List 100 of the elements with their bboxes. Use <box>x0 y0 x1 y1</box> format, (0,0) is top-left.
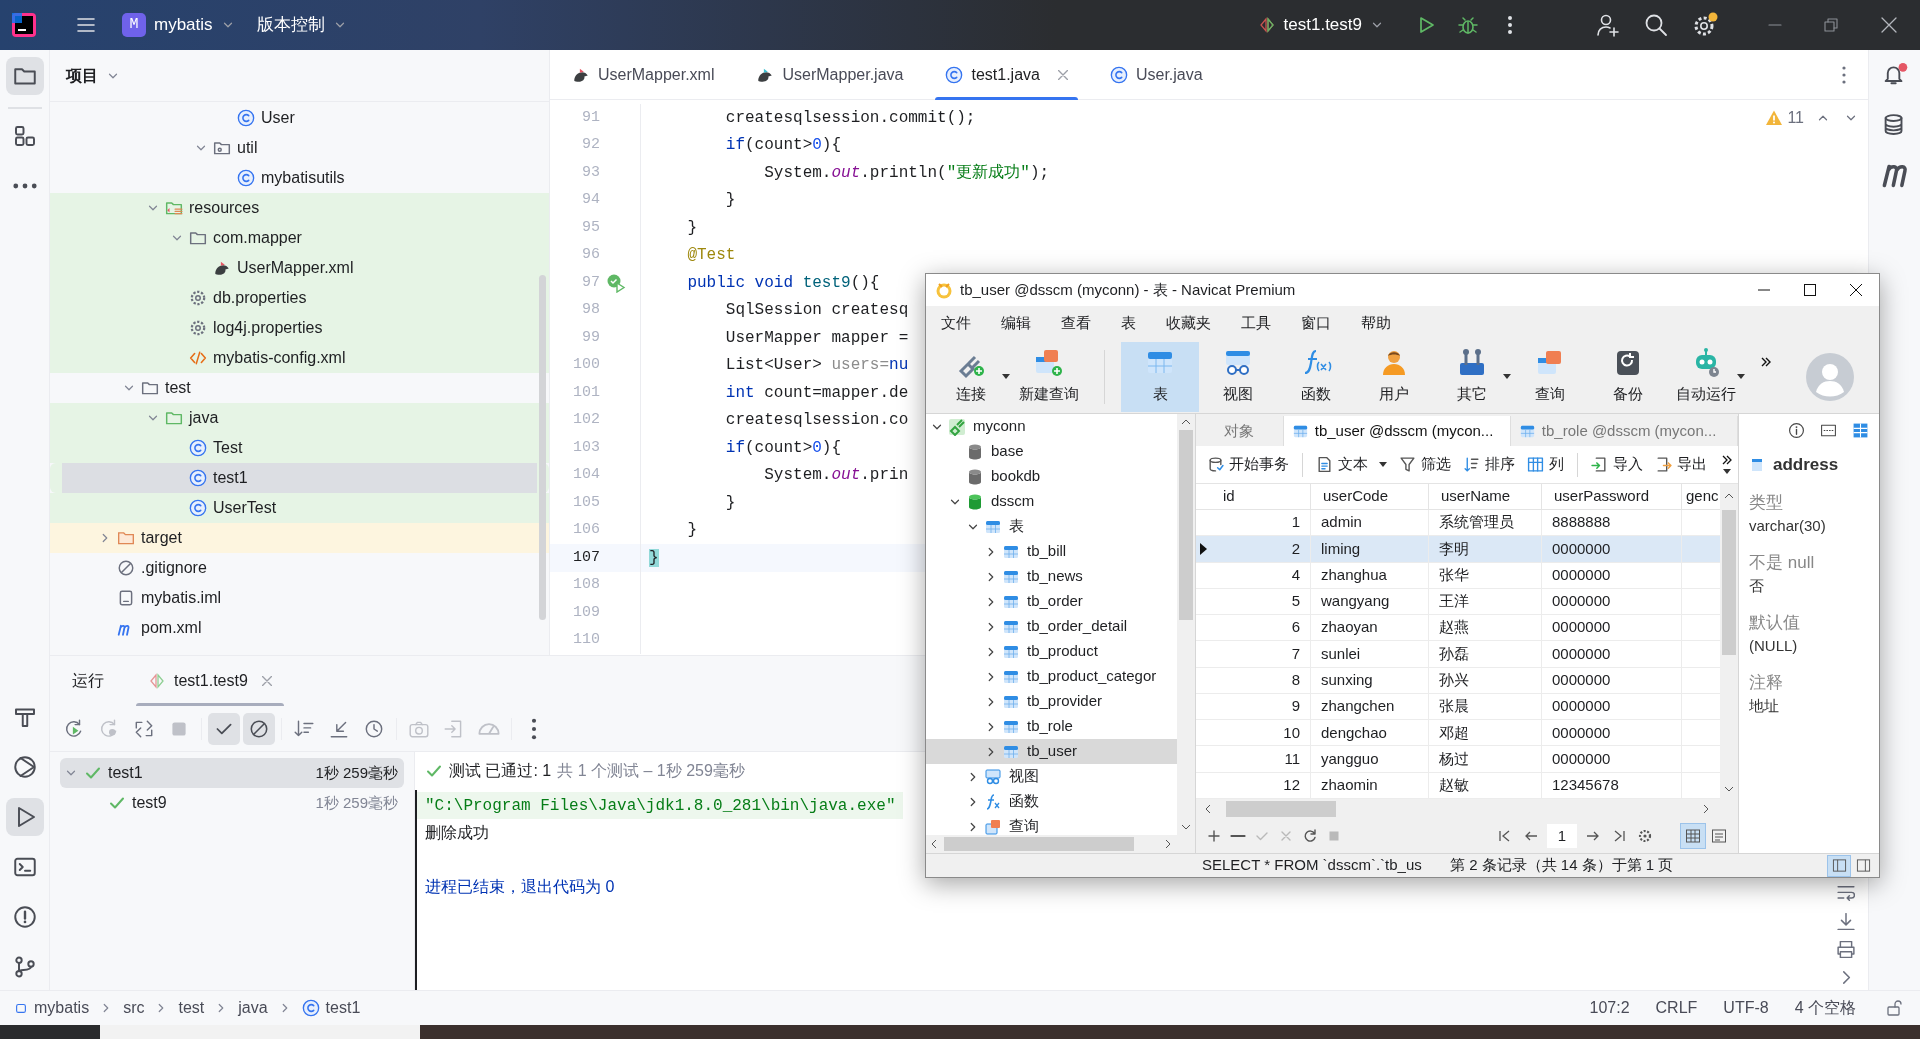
code-line: int count=mapper.de <box>724 382 909 404</box>
table-row[interactable]: 4 zhanghua 张华 0000000 <box>1196 562 1720 589</box>
table-cell-text: 0000000 <box>1551 643 1612 664</box>
tree-item[interactable]: com.mapper <box>50 223 549 253</box>
tree-item[interactable]: tb_product <box>926 639 1177 664</box>
tree-item[interactable]: Test <box>50 433 549 463</box>
status-item[interactable]: CRLF <box>1647 996 1706 1020</box>
run-config-selector[interactable]: test1.test9 <box>1251 7 1390 43</box>
table-cell-text: 0000000 <box>1551 591 1612 612</box>
project-view-selector[interactable]: 项目 <box>66 63 120 88</box>
toolbar-button[interactable]: 函数 <box>1277 341 1355 412</box>
breadcrumb[interactable]: test <box>178 996 205 1020</box>
toolbar-button[interactable]: 排序 <box>1458 449 1520 480</box>
menu-item[interactable]: 编辑 <box>994 311 1038 335</box>
tree-item[interactable]: dsscm <box>926 489 1177 514</box>
toolbar-button[interactable]: 新建查询 <box>1010 341 1088 412</box>
vcs-menu[interactable]: 版本控制 <box>252 7 351 43</box>
toolbar-button[interactable]: 列 <box>1522 449 1569 480</box>
test-item[interactable]: test9 1秒 259毫秒 <box>60 788 404 818</box>
editor-tab[interactable]: UserMapper.xml <box>558 49 729 100</box>
table-row[interactable]: 11 yangguo 杨过 0000000 <box>1196 746 1720 773</box>
code-line: createsqlsession.co <box>724 410 909 432</box>
table-row[interactable]: 2 liming 李明 0000000 <box>1196 536 1720 563</box>
table-cell-text: 11 <box>1283 748 1301 769</box>
tree-item[interactable]: bookdb <box>926 464 1177 489</box>
editor-tab[interactable]: User.java <box>1095 49 1217 100</box>
breadcrumb[interactable]: src <box>123 996 145 1020</box>
tree-item[interactable]: mybatis-config.xml <box>50 343 549 373</box>
table-row[interactable]: 12 zhaomin 赵敏 12345678 <box>1196 772 1720 799</box>
toolbar-button[interactable]: 其它 <box>1433 341 1511 412</box>
project-switcher[interactable]: M mybatis <box>118 7 239 43</box>
tree-item[interactable]: tb_order <box>926 589 1177 614</box>
tree-item[interactable]: UserTest <box>50 493 549 523</box>
column-header[interactable]: userCode <box>1311 484 1429 509</box>
tree-item[interactable]: tb_user <box>926 739 1177 764</box>
panel-tab[interactable]: test1.test9 <box>134 656 286 706</box>
table-cell-text: 李明 <box>1438 538 1470 559</box>
tree-item[interactable]: log4j.properties <box>50 313 549 343</box>
toolbar-button[interactable]: 自动运行 <box>1667 341 1745 412</box>
status-item[interactable]: UTF-8 <box>1715 996 1777 1020</box>
tree-item[interactable]: tb_news <box>926 564 1177 589</box>
toolbar-button[interactable]: 备份 <box>1589 341 1667 412</box>
toolbar-button[interactable]: 连接 <box>932 341 1010 412</box>
toolbar-button[interactable]: 查询 <box>1511 341 1589 412</box>
menu-item[interactable]: 收藏夹 <box>1159 311 1218 335</box>
tree-item[interactable]: tb_bill <box>926 539 1177 564</box>
tree-item[interactable]: 表 <box>926 514 1177 539</box>
menu-item[interactable]: 文件 <box>934 311 978 335</box>
table-row[interactable]: 6 zhaoyan 赵燕 0000000 <box>1196 615 1720 642</box>
table-cell-text: yangguo <box>1320 748 1380 769</box>
table-cell-text: 4 <box>1290 564 1301 585</box>
menu-item[interactable]: 工具 <box>1234 311 1278 335</box>
tree-item[interactable]: UserMapper.xml <box>50 253 549 283</box>
toolbar-button[interactable]: 表 <box>1121 341 1199 412</box>
menu-item[interactable]: 窗口 <box>1294 311 1338 335</box>
status-item[interactable]: 4 个空格 <box>1786 996 1864 1020</box>
toolbar-button[interactable]: 筛选 <box>1394 449 1456 480</box>
code-line: @Test <box>686 245 736 267</box>
tree-item[interactable]: java <box>50 403 549 433</box>
tree-item[interactable]: 函数 <box>926 789 1177 814</box>
table-row[interactable]: 7 sunlei 孙磊 0000000 <box>1196 641 1720 668</box>
tree-item[interactable]: tb_provider <box>926 689 1177 714</box>
tree-item[interactable]: 查询 <box>926 814 1177 839</box>
toolbar-button[interactable]: 文本 <box>1311 449 1392 480</box>
table-row[interactable]: 9 zhangchen 张晨 0000000 <box>1196 693 1720 721</box>
breadcrumb[interactable]: mybatis <box>14 996 90 1020</box>
menu-item[interactable]: 查看 <box>1054 311 1098 335</box>
toolbar-button[interactable]: 导入 <box>1586 449 1648 480</box>
object-tab[interactable]: tb_user @dsscm (mycon... <box>1283 416 1511 446</box>
tree-item[interactable]: db.properties <box>50 283 549 313</box>
breadcrumb[interactable]: test1 <box>301 996 361 1020</box>
table-row[interactable]: 8 sunxing 孙兴 0000000 <box>1196 667 1720 694</box>
column-header[interactable]: userPassword <box>1542 484 1682 509</box>
editor-tab[interactable]: test1.java <box>931 49 1082 100</box>
tree-item[interactable]: myconn <box>926 414 1177 439</box>
breadcrumb[interactable]: java <box>238 996 268 1020</box>
tree-item[interactable]: resources <box>50 193 549 223</box>
panel-tab[interactable]: 运行 <box>58 656 118 706</box>
tree-item[interactable]: tb_role <box>926 714 1177 739</box>
status-item[interactable]: 107:2 <box>1581 996 1638 1020</box>
table-row[interactable]: 5 wangyang 王洋 0000000 <box>1196 588 1720 616</box>
test-item[interactable]: test1 1秒 259毫秒 <box>60 758 404 788</box>
tree-item[interactable]: tb_order_detail <box>926 614 1177 639</box>
tree-item[interactable]: 视图 <box>926 764 1177 789</box>
page-field[interactable]: 1 <box>1547 824 1577 848</box>
tree-item[interactable]: tb_product_categor <box>926 664 1177 689</box>
tree-item[interactable]: target <box>50 523 549 553</box>
table-row[interactable]: 10 dengchao 邓超 0000000 <box>1196 720 1720 747</box>
column-header[interactable]: userName <box>1429 484 1542 509</box>
column-header[interactable]: id <box>1211 484 1311 509</box>
menu-item[interactable]: 表 <box>1114 311 1143 335</box>
toolbar-button[interactable]: 开始事务 <box>1202 449 1294 480</box>
editor-tab[interactable]: UserMapper.java <box>742 49 918 100</box>
toolbar-button[interactable]: 视图 <box>1199 341 1277 412</box>
console-line: 删除成功 <box>424 822 490 843</box>
tree-item[interactable]: base <box>926 439 1177 464</box>
toolbar-button[interactable]: 导出 <box>1650 449 1712 480</box>
toolbar-button[interactable]: 用户 <box>1355 341 1433 412</box>
menu-item[interactable]: 帮助 <box>1354 311 1398 335</box>
warnings-indicator[interactable]: 11 <box>1765 106 1804 130</box>
